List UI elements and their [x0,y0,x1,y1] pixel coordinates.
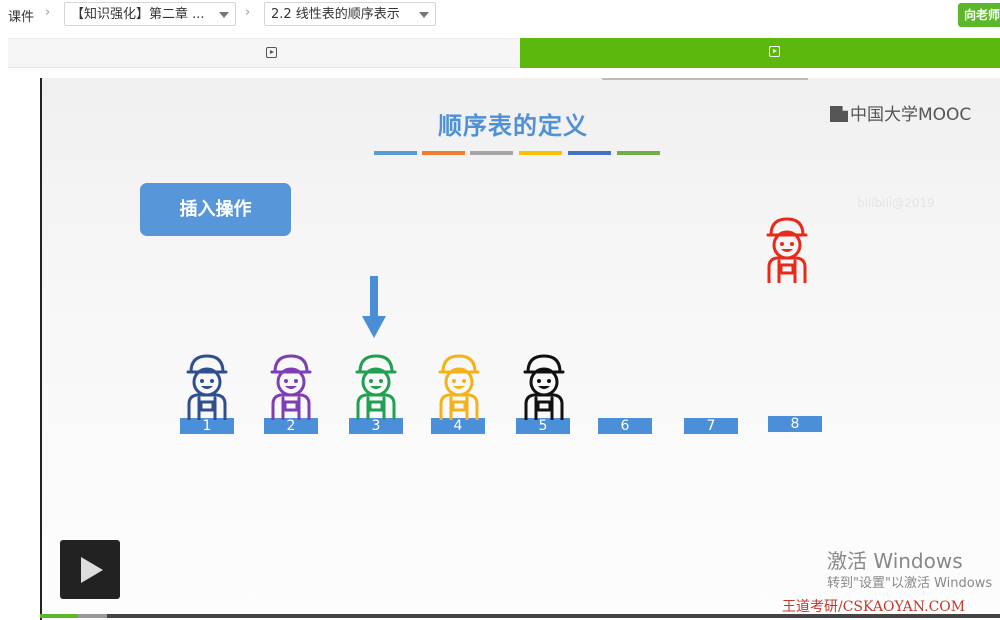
video-play-icon [769,46,780,57]
array-slot: 3 [349,418,403,434]
course-credit: 王道考研/CSKAOYAN.COM [782,599,966,615]
title-stripe [519,151,562,155]
person-icon [435,352,483,422]
person-icon [352,352,400,422]
video-player[interactable]: 顺序表的定义 中国大学MOOC bilibili@2019 插入操作 1 2 3 4 5… [40,78,1000,620]
ask-teacher-button[interactable]: 向老师 [958,3,1000,27]
section-select-value: 2.2 线性表的顺序表示 [271,7,400,22]
mooc-logo-icon [830,106,848,122]
array-slot: 1 [180,418,234,434]
breadcrumb-root[interactable]: 课件 [8,6,34,25]
mooc-logo: 中国大学MOOC [830,100,971,125]
title-stripe [568,151,611,155]
slide-title: 顺序表的定义 [438,112,588,140]
title-stripe [422,151,465,155]
tab-video-2[interactable] [520,38,1000,68]
play-button[interactable] [60,540,120,599]
array-slot: 5 [516,418,570,434]
insert-arrow-shaft [370,276,378,318]
player-top-bar [602,78,808,80]
chapter-select[interactable]: 【知识强化】第二章 ... [64,2,236,26]
progress-bar[interactable] [40,614,1000,618]
progress-played [40,614,79,618]
array-slot: 8 [768,416,822,432]
array-slot: 2 [264,418,318,434]
progress-buffered [78,614,108,618]
chevron-down-icon [419,12,429,18]
array-slot: 6 [598,418,652,434]
title-stripe [470,151,513,155]
chevron-right-icon: › [45,5,51,20]
section-select[interactable]: 2.2 线性表的顺序表示 [264,2,436,26]
faint-watermark: bilibili@2019 [857,196,935,210]
title-stripe [617,151,660,155]
arrow-down-icon [362,316,386,338]
array-slot: 4 [431,418,485,434]
title-stripe [374,151,417,155]
insert-operation-label: 插入操作 [140,183,291,236]
activate-windows-subtitle: 转到"设置"以激活 Windows [827,576,993,591]
person-icon [520,352,568,422]
chevron-down-icon [219,12,229,18]
chevron-right-icon: › [245,5,251,20]
person-icon [183,352,231,422]
new-person-icon [763,215,811,285]
tab-video-1[interactable] [8,38,520,68]
chapter-select-value: 【知识强化】第二章 ... [71,7,205,22]
activate-windows-title: 激活 Windows [827,549,963,573]
mooc-logo-text: 中国大学MOOC [850,105,972,125]
video-play-icon [266,47,277,58]
array-slot: 7 [684,418,738,434]
person-icon [267,352,315,422]
